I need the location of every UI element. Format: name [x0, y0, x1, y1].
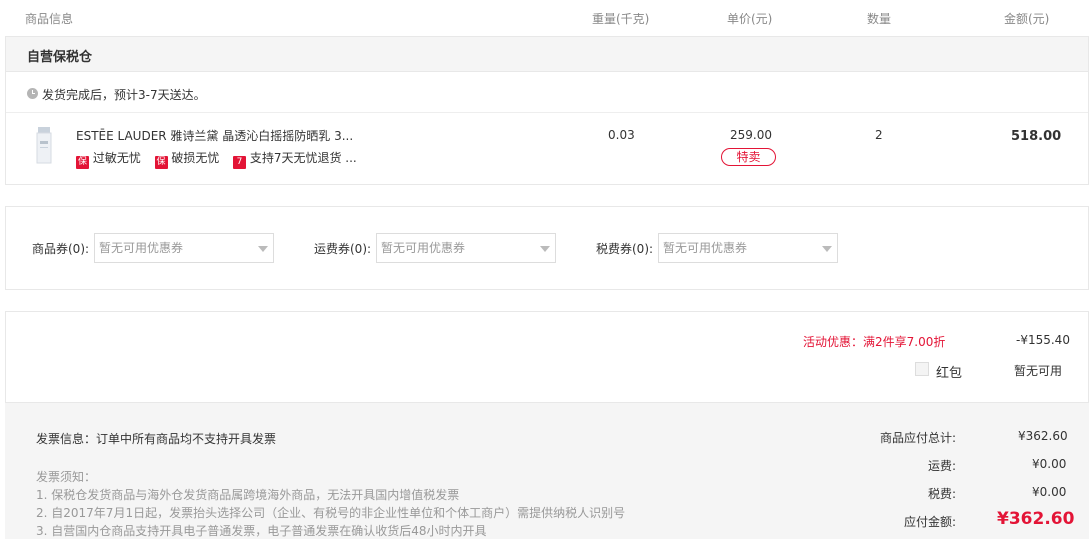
product-tags: 保 过敏无忧 保 破损无忧 7 支持7天无忧退货 ... [76, 149, 357, 169]
total-value: ¥362.60 [997, 509, 1075, 529]
guarantee-icon: 保 [154, 156, 168, 169]
divider [6, 112, 1088, 113]
chevron-down-icon [822, 246, 832, 252]
redpacket-checkbox[interactable] [915, 362, 929, 376]
col-header-price: 单价(元) [727, 12, 773, 26]
tag-label-return: 支持7天无忧退货 ... [249, 151, 357, 165]
product-amount: 518.00 [1011, 129, 1062, 144]
shipping-coupon-label: 运费券(0): [314, 242, 372, 256]
tag-label-damage: 破损无忧 [171, 151, 220, 165]
redpacket-value: 暂无可用 [1014, 364, 1063, 378]
invoice-note-1: 1. 保税仓发货商品与海外仓发货商品属跨境海外商品，无法开具国内增值税发票 [36, 488, 460, 502]
col-header-product: 商品信息 [25, 12, 74, 26]
col-header-weight: 重量(千克) [592, 12, 650, 26]
warehouse-header-bar [5, 36, 1089, 72]
tag-label-allergy: 过敏无忧 [92, 151, 141, 165]
col-header-qty: 数量 [867, 12, 892, 26]
invoice-info: 发票信息：订单中所有商品均不支持开具发票 [36, 432, 277, 446]
shipping-value: ¥0.00 [1032, 457, 1067, 471]
product-thumbnail[interactable] [35, 127, 53, 167]
shipping-label: 运费: [928, 459, 957, 473]
total-label: 应付金额: [904, 515, 957, 529]
shipping-coupon-value: 暂无可用优惠券 [381, 241, 466, 255]
guarantee-icon: 保 [76, 156, 89, 169]
invoice-notice-title: 发票须知： [36, 470, 97, 484]
product-coupon-select[interactable]: 暂无可用优惠券 [94, 233, 274, 263]
tax-coupon-value: 暂无可用优惠券 [663, 241, 748, 255]
tax-value: ¥0.00 [1032, 485, 1067, 499]
product-weight: 0.03 [608, 128, 635, 142]
invoice-note-2: 2. 自2017年7月1日起，发票抬头选择公司（企业、有税号的非企业性单位和个体… [36, 506, 626, 520]
subtotal-value: ¥362.60 [1018, 429, 1068, 443]
seven-day-return-icon: 7 [233, 156, 246, 169]
special-sale-badge: 特卖 [721, 148, 776, 166]
chevron-down-icon [540, 246, 550, 252]
invoice-note-3: 3. 自营国内仓商品支持开具电子普通发票，电子普通发票在确认收货后48小时内开具 [36, 524, 487, 538]
product-name[interactable]: ESTĒE LAUDER 雅诗兰黛 晶透沁白摇摇防晒乳 3... [76, 127, 353, 144]
warehouse-title: 自营保税仓 [27, 50, 93, 65]
tax-coupon-label: 税费券(0): [596, 242, 654, 256]
product-unit-price: 259.00 [730, 128, 772, 142]
promotion-value: -¥155.40 [1016, 333, 1070, 347]
subtotal-label: 商品应付总计: [880, 431, 957, 445]
promotion-label: 活动优惠：满2件享7.00折 [803, 335, 946, 349]
product-quantity: 2 [875, 128, 883, 142]
product-coupon-label: 商品券(0): [32, 242, 90, 256]
col-header-amount: 金额(元) [1004, 12, 1050, 26]
product-coupon-value: 暂无可用优惠券 [99, 241, 184, 255]
chevron-down-icon [258, 246, 268, 252]
clock-icon [27, 88, 38, 99]
delivery-note: 发货完成后，预计3-7天送达。 [42, 88, 206, 102]
tax-coupon-select[interactable]: 暂无可用优惠券 [658, 233, 838, 263]
shipping-coupon-select[interactable]: 暂无可用优惠券 [376, 233, 556, 263]
redpacket-label: 红包 [936, 366, 963, 381]
tax-label: 税费: [928, 487, 957, 501]
